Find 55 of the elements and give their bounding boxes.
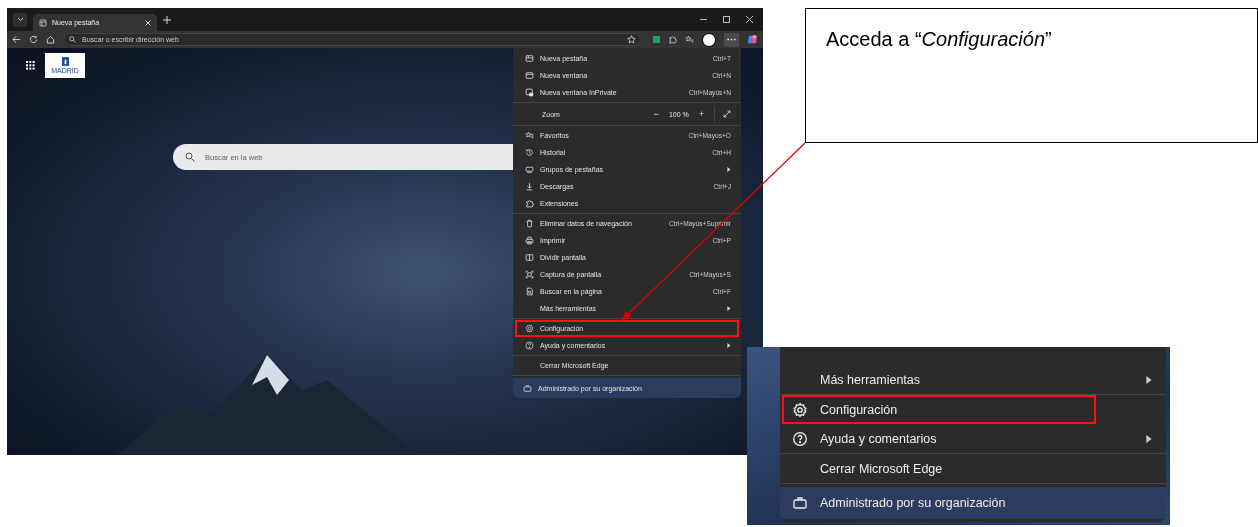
dots-icon	[727, 38, 736, 41]
more-options-button[interactable]	[724, 32, 739, 47]
tab-groups-icon	[525, 165, 534, 174]
submenu-arrow-icon	[727, 343, 731, 348]
zoom-out-button[interactable]: −	[651, 109, 661, 119]
screenshot-icon	[525, 270, 534, 279]
profile-avatar[interactable]	[702, 32, 716, 47]
refresh-icon[interactable]	[29, 35, 38, 44]
settings-icon	[792, 401, 808, 418]
split-screen-icon	[525, 253, 534, 262]
back-icon[interactable]	[12, 35, 21, 44]
coat-of-arms-icon	[61, 56, 69, 66]
zoom-in-button[interactable]: +	[696, 109, 706, 119]
help-icon	[525, 341, 534, 350]
callout-text: Acceda a “Configuración”	[826, 28, 1052, 50]
private-window-icon	[525, 88, 534, 97]
help-icon	[792, 430, 808, 447]
find-in-page-icon	[525, 287, 534, 296]
tab-actions-button[interactable]	[13, 12, 27, 27]
new-tab-icon[interactable]	[163, 15, 171, 24]
menu-item[interactable]: Cerrar Microsoft Edge	[782, 454, 1164, 483]
search-icon	[185, 152, 195, 162]
printer-icon	[525, 236, 534, 245]
window-icon	[525, 71, 534, 80]
puzzle-icon	[525, 199, 534, 208]
apps-grid-icon[interactable]	[26, 61, 35, 70]
home-icon[interactable]	[46, 35, 55, 44]
minimize-icon[interactable]	[700, 16, 707, 23]
search-icon	[69, 36, 76, 43]
menu-item[interactable]: Más herramientas	[782, 365, 1164, 394]
menu-item[interactable]: Ayuda y comentarios	[782, 424, 1164, 453]
puzzle-icon[interactable]	[668, 35, 677, 44]
menu-item[interactable]: Configuración	[782, 395, 1096, 424]
submenu-arrow-icon	[1146, 375, 1152, 384]
submenu-arrow-icon	[727, 306, 731, 311]
maximize-icon[interactable]	[723, 16, 730, 23]
favorites-icon[interactable]	[685, 35, 694, 44]
managed-by-organization-item[interactable]: Administrado por su organización	[780, 487, 1166, 519]
submenu-arrow-icon	[727, 167, 731, 172]
submenu-arrow-icon	[1146, 434, 1152, 443]
tab-icon	[525, 54, 534, 63]
favorite-star-icon[interactable]	[627, 35, 636, 44]
download-icon	[525, 182, 534, 191]
tab-icon	[39, 18, 47, 27]
history-icon	[525, 148, 534, 157]
close-icon[interactable]	[746, 16, 753, 23]
copilot-icon[interactable]	[747, 34, 758, 45]
briefcase-icon	[523, 383, 532, 393]
chevron-down-icon	[16, 17, 24, 22]
favorites-icon	[525, 131, 534, 140]
fullscreen-icon[interactable]	[723, 110, 731, 118]
briefcase-icon	[792, 495, 808, 511]
settings-icon	[525, 324, 534, 333]
close-icon[interactable]	[145, 19, 151, 26]
trash-icon	[525, 219, 534, 228]
